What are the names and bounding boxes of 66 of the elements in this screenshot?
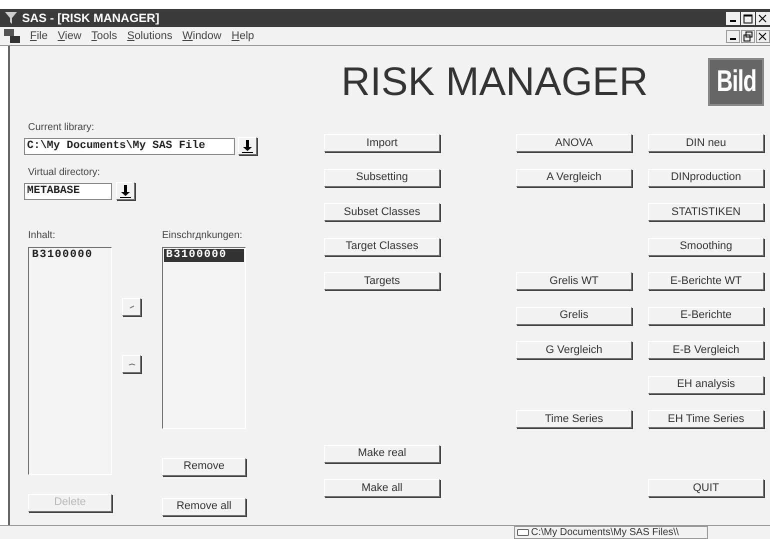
move-button[interactable] bbox=[122, 355, 141, 373]
close-button[interactable] bbox=[756, 30, 770, 42]
field-label: Virtual directory: bbox=[28, 166, 102, 180]
action-button[interactable]: Time Series bbox=[516, 410, 632, 428]
action-button[interactable]: Make all bbox=[324, 479, 440, 497]
maximize-icon bbox=[742, 12, 754, 24]
move-button[interactable] bbox=[122, 298, 141, 316]
action-button[interactable]: Make real bbox=[324, 444, 440, 462]
dropdown-button[interactable] bbox=[238, 137, 257, 155]
action-button[interactable]: Grelis WT bbox=[516, 272, 632, 290]
library-field[interactable]: C:\My Documents\My SAS File bbox=[24, 138, 235, 154]
app-heading: RISK MANAGER bbox=[341, 62, 648, 102]
minimize-icon bbox=[730, 20, 736, 22]
action-button[interactable]: ANOVA bbox=[516, 134, 632, 152]
menu-item[interactable]: File bbox=[30, 28, 48, 44]
status-path: C:\My Documents\My SAS Files\\ bbox=[531, 528, 679, 538]
action-button[interactable]: QUIT bbox=[648, 479, 764, 497]
menu-item[interactable]: Window bbox=[182, 28, 222, 44]
list-box[interactable]: B3100000 bbox=[28, 247, 112, 475]
action-button[interactable]: Remove bbox=[162, 458, 246, 476]
action-button[interactable]: DIN neu bbox=[648, 134, 764, 152]
close-icon bbox=[757, 30, 769, 42]
close-button[interactable] bbox=[756, 12, 770, 24]
list-item[interactable]: B3100000 bbox=[30, 249, 110, 262]
menu-item[interactable]: Help bbox=[232, 28, 254, 44]
action-button[interactable]: STATISTIKEN bbox=[648, 203, 764, 221]
restore-button[interactable] bbox=[741, 30, 755, 42]
action-button[interactable]: Smoothing bbox=[648, 238, 764, 256]
menu-item[interactable]: View bbox=[58, 28, 82, 44]
logo: Bild bbox=[708, 58, 764, 106]
minimize-icon bbox=[730, 38, 736, 40]
app-icon bbox=[4, 11, 18, 25]
down-arrow-icon bbox=[120, 184, 131, 198]
menu-item[interactable]: Tools bbox=[91, 28, 118, 44]
action-button[interactable]: DINproduction bbox=[648, 168, 764, 186]
directory-field[interactable]: METABASE bbox=[24, 182, 112, 200]
menu-item[interactable]: Solutions bbox=[127, 28, 172, 44]
action-button[interactable]: Target Classes bbox=[324, 238, 440, 256]
action-button[interactable]: Subsetting bbox=[324, 168, 440, 186]
close-icon bbox=[757, 12, 769, 24]
minimize-button[interactable] bbox=[726, 30, 740, 42]
list-label: Einschrдnkungen: bbox=[162, 229, 244, 243]
action-button[interactable]: E-B Vergleich bbox=[648, 341, 764, 359]
window-title: SAS - [RISK MANAGER] bbox=[22, 10, 160, 27]
down-arrow-icon bbox=[242, 140, 253, 152]
field-label: Current library: bbox=[28, 121, 96, 135]
action-button[interactable]: E-Berichte WT bbox=[648, 272, 764, 290]
action-button[interactable]: Grelis bbox=[516, 306, 632, 324]
restore-icon bbox=[742, 30, 754, 42]
action-button[interactable]: E-Berichte bbox=[648, 306, 764, 324]
action-button[interactable]: Remove all bbox=[162, 498, 246, 516]
action-button[interactable]: Subset Classes bbox=[324, 203, 440, 221]
action-button[interactable]: G Vergleich bbox=[516, 341, 632, 359]
drive-icon bbox=[517, 529, 529, 536]
minimize-button[interactable] bbox=[726, 12, 740, 24]
action-button[interactable]: EH analysis bbox=[648, 376, 764, 394]
action-button[interactable]: A Vergleich bbox=[516, 168, 632, 186]
action-button[interactable]: EH Time Series bbox=[648, 410, 764, 428]
action-button[interactable]: Import bbox=[324, 134, 440, 152]
list-label: Inhalt: bbox=[28, 229, 56, 243]
action-button[interactable]: Targets bbox=[324, 272, 440, 290]
list-item[interactable]: B3100000 bbox=[164, 249, 244, 262]
maximize-button[interactable] bbox=[741, 12, 755, 24]
dropdown-button[interactable] bbox=[116, 182, 135, 200]
list-box[interactable]: B3100000 bbox=[162, 247, 246, 429]
app-icon bbox=[4, 29, 20, 43]
